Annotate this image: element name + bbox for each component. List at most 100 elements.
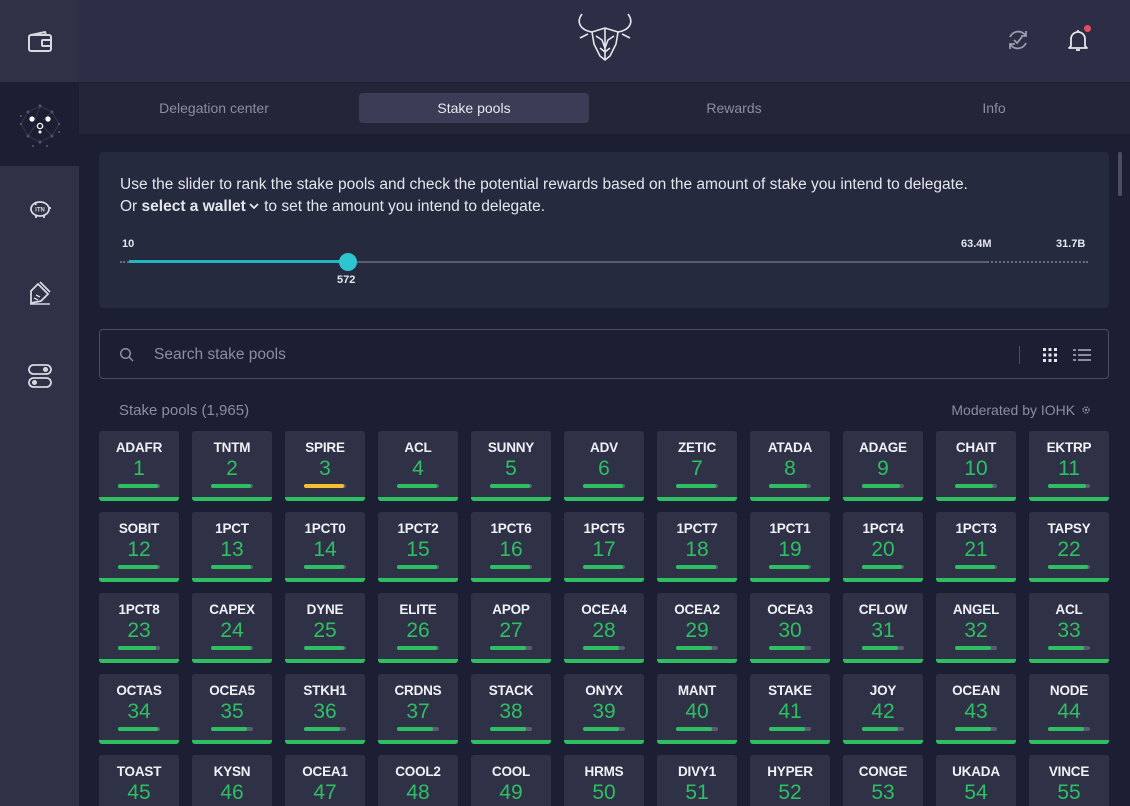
- stake-pool-tile[interactable]: APOP 27: [471, 593, 551, 663]
- tab-info[interactable]: Info: [879, 93, 1109, 123]
- stake-pool-tile[interactable]: OCTAS 34: [99, 674, 179, 744]
- pool-color-band: [99, 740, 179, 744]
- stake-pool-tile[interactable]: OCEA2 29: [657, 593, 737, 663]
- stake-pool-tile[interactable]: STACK 38: [471, 674, 551, 744]
- pool-color-band: [378, 578, 458, 582]
- notifications-button[interactable]: [1063, 25, 1093, 55]
- tab-delegation-center[interactable]: Delegation center: [99, 93, 329, 123]
- pool-saturation-fill: [1048, 727, 1084, 731]
- pool-ticker: OCEA4: [581, 602, 627, 617]
- pool-ticker: CRDNS: [394, 683, 442, 698]
- stake-pool-tile[interactable]: OCEA5 35: [192, 674, 272, 744]
- stake-pool-tile[interactable]: ANGEL 32: [936, 593, 1016, 663]
- pool-rank: 1: [133, 457, 145, 480]
- stake-pool-tile[interactable]: HYPER 52: [750, 755, 830, 806]
- instructions-suffix: to set the amount you intend to delegate…: [264, 198, 546, 215]
- pool-rank: 5: [505, 457, 517, 480]
- stake-pool-tile[interactable]: HRMS 50: [564, 755, 644, 806]
- stake-pool-tile[interactable]: EKTRP 11: [1029, 431, 1109, 501]
- stake-pool-tile[interactable]: SUNNY 5: [471, 431, 551, 501]
- sidebar-item-settings[interactable]: [0, 334, 79, 418]
- stake-pool-tile[interactable]: JOY 42: [843, 674, 923, 744]
- stake-pool-tile[interactable]: ADV 6: [564, 431, 644, 501]
- stake-pool-tile[interactable]: ADAGE 9: [843, 431, 923, 501]
- grid-view-button[interactable]: [1040, 345, 1060, 365]
- pool-saturation-fill: [583, 646, 619, 650]
- pool-saturation-fill: [862, 646, 898, 650]
- stake-pool-tile[interactable]: CONGE 53: [843, 755, 923, 806]
- stake-pool-tile[interactable]: DYNE 25: [285, 593, 365, 663]
- stake-pool-tile[interactable]: ACL 33: [1029, 593, 1109, 663]
- pool-rank: 39: [592, 700, 616, 723]
- stake-pool-tile[interactable]: 1PCT1 19: [750, 512, 830, 582]
- stake-pool-tile[interactable]: 1PCT0 14: [285, 512, 365, 582]
- pool-saturation-bar: [304, 565, 346, 569]
- stake-pool-tile[interactable]: UKADA 54: [936, 755, 1016, 806]
- stake-pool-tile[interactable]: 1PCT 13: [192, 512, 272, 582]
- stake-pool-tile[interactable]: OCEA3 30: [750, 593, 830, 663]
- stake-pool-tile[interactable]: 1PCT6 16: [471, 512, 551, 582]
- stake-pool-tile[interactable]: DIVY1 51: [657, 755, 737, 806]
- stake-pool-tile[interactable]: STKH1 36: [285, 674, 365, 744]
- sidebar-item-itn-rewards[interactable]: ITN: [0, 166, 79, 250]
- pool-saturation-fill: [211, 565, 251, 569]
- stake-pool-tile[interactable]: ATADA 8: [750, 431, 830, 501]
- stake-pool-tile[interactable]: ADAFR 1: [99, 431, 179, 501]
- stake-pool-tile[interactable]: 1PCT2 15: [378, 512, 458, 582]
- stake-pool-tile[interactable]: CFLOW 31: [843, 593, 923, 663]
- pool-color-band: [843, 740, 923, 744]
- stake-pool-tile[interactable]: 1PCT3 21: [936, 512, 1016, 582]
- stake-pool-tile[interactable]: 1PCT4 20: [843, 512, 923, 582]
- stake-pool-tile[interactable]: KYSN 46: [192, 755, 272, 806]
- stake-pool-tile[interactable]: TAPSY 22: [1029, 512, 1109, 582]
- stake-pool-tile[interactable]: MANT 40: [657, 674, 737, 744]
- pool-saturation-bar: [118, 646, 160, 650]
- stake-pool-tile[interactable]: ELITE 26: [378, 593, 458, 663]
- pool-rank: 54: [964, 781, 988, 804]
- stake-pool-tile[interactable]: TOAST 45: [99, 755, 179, 806]
- search-input[interactable]: [154, 342, 954, 368]
- tab-stake-pools[interactable]: Stake pools: [359, 93, 589, 123]
- pool-rank: 10: [964, 457, 988, 480]
- select-wallet-dropdown[interactable]: select a wallet: [142, 198, 260, 215]
- moderated-by-label[interactable]: Moderated by IOHK: [951, 402, 1091, 418]
- sidebar-item-paper-wallet[interactable]: [0, 250, 79, 334]
- pool-ticker: NODE: [1049, 683, 1089, 698]
- pool-rank: 34: [127, 700, 151, 723]
- pool-rank: 51: [685, 781, 709, 804]
- slider-track[interactable]: [348, 261, 988, 263]
- stake-pool-tile[interactable]: ACL 4: [378, 431, 458, 501]
- sidebar-item-wallets[interactable]: [0, 0, 79, 84]
- stake-pool-tile[interactable]: ZETIC 7: [657, 431, 737, 501]
- stake-pool-tile[interactable]: VINCE 55: [1029, 755, 1109, 806]
- stake-pool-tile[interactable]: 1PCT5 17: [564, 512, 644, 582]
- pool-saturation-fill: [676, 727, 712, 731]
- pool-rank: 42: [871, 700, 895, 723]
- stake-pool-tile[interactable]: STAKE 41: [750, 674, 830, 744]
- sync-button[interactable]: [1003, 25, 1033, 55]
- stake-pool-tile[interactable]: OCEAN 43: [936, 674, 1016, 744]
- pool-saturation-bar: [211, 727, 253, 731]
- stake-pool-tile[interactable]: CRDNS 37: [378, 674, 458, 744]
- stake-pool-tile[interactable]: OCEA4 28: [564, 593, 644, 663]
- pool-color-band: [843, 497, 923, 501]
- stake-pool-tile[interactable]: TNTM 2: [192, 431, 272, 501]
- stake-pool-tile[interactable]: ONYX 39: [564, 674, 644, 744]
- stake-pool-tile[interactable]: CHAIT 10: [936, 431, 1016, 501]
- stake-pool-tile[interactable]: OCEA1 47: [285, 755, 365, 806]
- slider-thumb[interactable]: [339, 253, 357, 271]
- stake-pool-tile[interactable]: COOL2 48: [378, 755, 458, 806]
- list-view-button[interactable]: [1072, 345, 1092, 365]
- stake-pool-tile[interactable]: SOBIT 12: [99, 512, 179, 582]
- stake-pool-tile[interactable]: 1PCT8 23: [99, 593, 179, 663]
- stake-pool-tile[interactable]: CAPEX 24: [192, 593, 272, 663]
- stake-pool-tile[interactable]: NODE 44: [1029, 674, 1109, 744]
- sidebar-item-delegation[interactable]: [0, 82, 79, 166]
- stake-pool-tile[interactable]: SPIRE 3: [285, 431, 365, 501]
- content-scrollbar[interactable]: [1118, 152, 1122, 196]
- slider-mid-label: 63.4M: [961, 238, 992, 250]
- stake-pool-tile[interactable]: 1PCT7 18: [657, 512, 737, 582]
- stake-pool-tile[interactable]: COOL 49: [471, 755, 551, 806]
- tab-rewards[interactable]: Rewards: [619, 93, 849, 123]
- pool-saturation-fill: [1048, 646, 1084, 650]
